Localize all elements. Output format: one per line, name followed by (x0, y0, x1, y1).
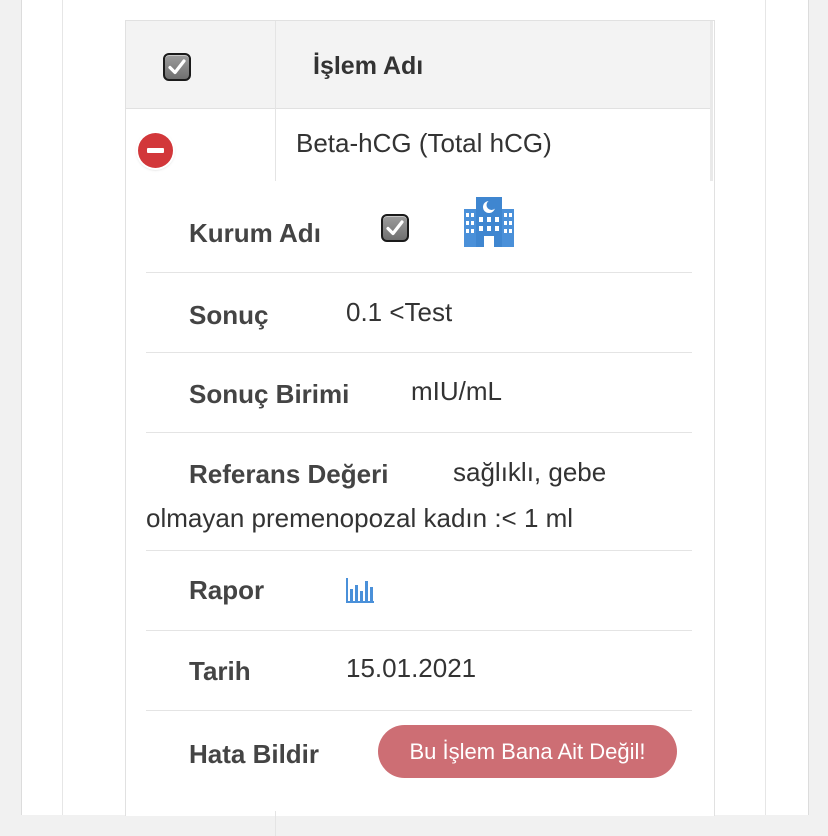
checkmark-icon (386, 220, 404, 236)
report-error-button[interactable]: Bu İşlem Bana Ait Değil! (378, 725, 677, 778)
detail-value: sağlıklı, gebe (453, 457, 607, 487)
detail-label: Hata Bildir (189, 739, 320, 769)
detail-label: Tarih (189, 656, 251, 686)
detail-value: 15.01.2021 (346, 653, 477, 683)
detail-label: Referans Değeri (189, 459, 389, 489)
checkmark-icon (168, 59, 186, 75)
detail-label: Sonuç Birimi (189, 379, 350, 409)
detail-label: Sonuç (189, 300, 269, 330)
column-divider (275, 21, 276, 181)
table-edge (710, 21, 713, 181)
procedure-name: Beta-hCG (Total hCG) (296, 128, 552, 158)
bar-chart-icon[interactable] (345, 576, 375, 604)
hospital-icon[interactable] (462, 195, 516, 249)
detail-row-tarih: Tarih 15.01.2021 (146, 631, 692, 711)
collapse-row-button[interactable] (138, 133, 173, 168)
detail-row-rapor: Rapor (146, 551, 692, 631)
select-all-checkbox[interactable] (163, 53, 191, 81)
table-header: İşlem Adı (126, 21, 710, 109)
results-table: İşlem Adı Beta-hCG (Total hCG) Kurum Adı (125, 20, 715, 836)
detail-row-referans: Referans Değeri sağlıklı, gebe olmayan p… (146, 433, 692, 551)
detail-value: 0.1 <Test (346, 297, 453, 327)
detail-row-birim: Sonuç Birimi mIU/mL (146, 353, 692, 433)
detail-label: Kurum Adı (189, 218, 321, 248)
detail-label: Rapor (189, 575, 265, 605)
column-header-islem-adi[interactable]: İşlem Adı (313, 52, 423, 81)
detail-value-continued: olmayan premenopozal kadın :< 1 ml (146, 503, 574, 533)
kurum-checkbox[interactable] (381, 214, 409, 242)
detail-row-sonuc: Sonuç 0.1 <Test (146, 273, 692, 353)
detail-row-kurum: Kurum Adı (146, 181, 692, 273)
detail-value: mIU/mL (411, 376, 502, 406)
